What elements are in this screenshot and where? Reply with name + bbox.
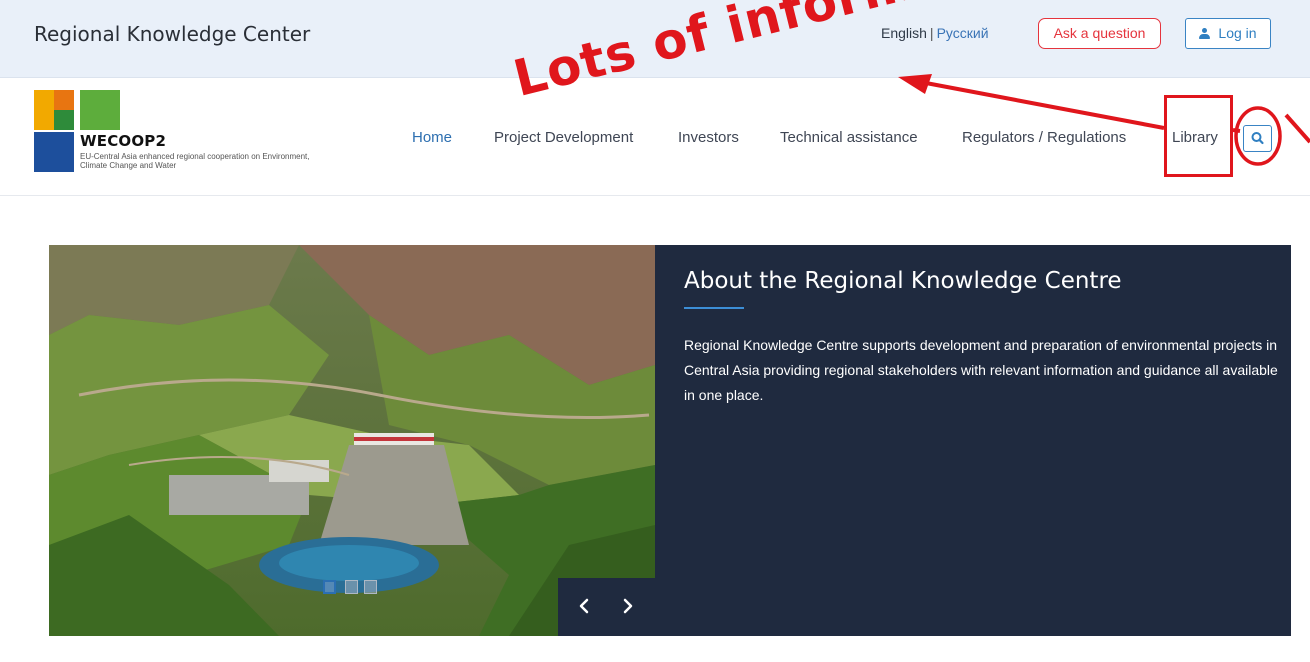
- site-title[interactable]: Regional Knowledge Center: [34, 22, 310, 46]
- logo-green-square: [80, 90, 120, 130]
- hero-title: About the Regional Knowledge Centre: [684, 268, 1122, 294]
- logo-yellow-square: [34, 90, 54, 110]
- hero-title-underline: [684, 307, 744, 309]
- logo-name: WECOOP2: [80, 132, 167, 150]
- logo-orange-square: [54, 90, 74, 110]
- user-icon: [1199, 28, 1211, 39]
- language-switcher: English | Русский: [881, 25, 989, 41]
- ask-question-button[interactable]: Ask a question: [1038, 18, 1161, 49]
- wecoop2-logo[interactable]: WECOOP2 EU-Central Asia enhanced regiona…: [34, 90, 309, 180]
- nav-technical-assistance[interactable]: Technical assistance: [780, 129, 918, 146]
- hero-text-panel: About the Regional Knowledge Centre Regi…: [655, 245, 1291, 636]
- login-label: Log in: [1218, 25, 1257, 41]
- carousel-controls: [558, 578, 655, 636]
- main-navbar: WECOOP2 EU-Central Asia enhanced regiona…: [0, 79, 1310, 196]
- logo-tagline: EU-Central Asia enhanced regional cooper…: [80, 152, 310, 170]
- lang-russian-link[interactable]: Русский: [937, 25, 989, 41]
- annotation-box-library: [1164, 95, 1233, 177]
- nav-investors[interactable]: Investors: [678, 129, 739, 146]
- nav-home[interactable]: Home: [412, 129, 452, 146]
- chevron-right-icon[interactable]: [616, 594, 640, 618]
- lang-separator: |: [929, 25, 934, 41]
- nav-regulators[interactable]: Regulators / Regulations: [962, 129, 1126, 146]
- lang-english-link[interactable]: English: [881, 25, 927, 41]
- logo-blue-square: [34, 132, 74, 172]
- nav-project-development[interactable]: Project Development: [494, 129, 633, 146]
- search-button[interactable]: [1243, 125, 1272, 152]
- chevron-left-icon[interactable]: [572, 594, 596, 618]
- login-button[interactable]: Log in: [1185, 18, 1271, 49]
- page: Regional Knowledge Center English | Русски…: [0, 0, 1310, 662]
- carousel-dot-2[interactable]: [345, 580, 358, 594]
- search-icon: [1251, 132, 1264, 145]
- logo-yellow-square-2: [34, 110, 54, 130]
- carousel-dot-1[interactable]: [323, 580, 336, 594]
- hero-description: Regional Knowledge Centre supports devel…: [684, 337, 1278, 403]
- logo-green-square-2: [54, 110, 74, 130]
- carousel-dot-3[interactable]: [364, 580, 377, 594]
